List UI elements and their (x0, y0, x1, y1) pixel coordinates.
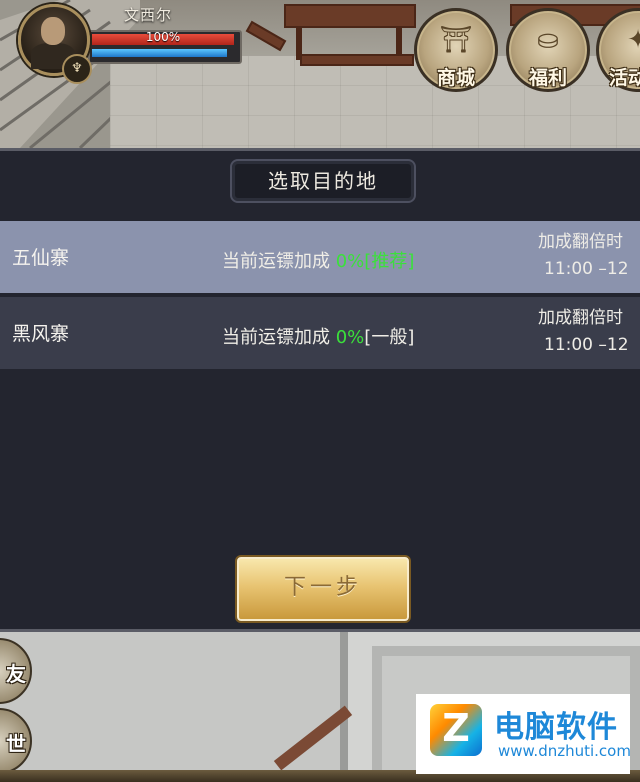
escort-bonus: 当前运镖加成 0%[一般] (222, 323, 414, 349)
destination-name: 五仙寨 (12, 247, 70, 269)
double-bonus-label: 加成翻倍时 (538, 308, 623, 328)
destination-name: 黑风寨 (12, 323, 70, 345)
destination-panel: 选取目的地 五仙寨 当前运镖加成 0%[推荐] 加成翻倍时 11:00 –12 … (0, 148, 640, 632)
friends-label: 友 (6, 662, 26, 686)
event-icon: ✦ (627, 25, 640, 55)
bonus-label: 当前运镖加成 (222, 251, 330, 272)
wooden-table (284, 4, 416, 28)
welfare-label: 福利 (528, 67, 567, 89)
player-name: 文西尔 (124, 6, 173, 24)
double-bonus-time: 11:00 –12 (544, 259, 629, 279)
normal-tag: [一般] (364, 327, 415, 348)
shop-button[interactable]: ⛩ 商城 (414, 8, 498, 92)
world-label: 世 (6, 732, 26, 756)
bonus-value: 0% (335, 251, 365, 272)
destination-row-heifengzhai[interactable]: 黑风寨 当前运镖加成 0%[一般] 加成翻倍时 11:00 –12 (0, 297, 640, 369)
watermark-url: www.dnzhuti.com (498, 742, 631, 760)
shop-icon: ⛩ (439, 25, 473, 55)
bonus-value: 0% (335, 327, 365, 348)
double-bonus-time: 11:00 –12 (544, 335, 629, 355)
mp-bar (92, 49, 227, 57)
gold-ingot-icon: ⛀ (537, 25, 559, 55)
panel-title-plate: 选取目的地 (230, 159, 416, 203)
world-button[interactable]: 世 (0, 708, 32, 774)
watermark-logo-letter: Z (442, 706, 470, 750)
shop-label: 商城 (436, 67, 475, 89)
friends-button[interactable]: 友 (0, 638, 32, 704)
double-bonus-label: 加成翻倍时 (538, 232, 623, 252)
welfare-button[interactable]: ⛀ 福利 (506, 8, 590, 92)
destination-row-wuxianzhai[interactable]: 五仙寨 当前运镖加成 0%[推荐] 加成翻倍时 11:00 –12 (0, 221, 640, 293)
wooden-bench (245, 20, 287, 52)
watermark-logo-icon: Z (430, 704, 482, 756)
watermark-title: 电脑软件 (494, 710, 618, 745)
recommend-tag: [推荐] (364, 251, 415, 272)
game-scene-top: 100% 文西尔 ♆ ⛩ 商城 ⛀ 福利 ✦ 活动 (0, 0, 640, 148)
hp-percent: 100% (145, 30, 181, 44)
panel-title: 选取目的地 (268, 169, 378, 193)
next-step-button[interactable]: 下一步 (237, 557, 409, 621)
escort-bonus: 当前运镖加成 0%[推荐] (222, 247, 414, 273)
avatar-face (41, 17, 65, 45)
next-step-label: 下一步 (283, 575, 362, 600)
site-watermark: Z 电脑软件 www.dnzhuti.com (416, 694, 631, 774)
wooden-bench (300, 54, 414, 66)
vip-icon[interactable]: ♆ (62, 54, 92, 84)
bonus-label: 当前运镖加成 (222, 327, 330, 348)
event-label: 活动 (609, 67, 640, 89)
